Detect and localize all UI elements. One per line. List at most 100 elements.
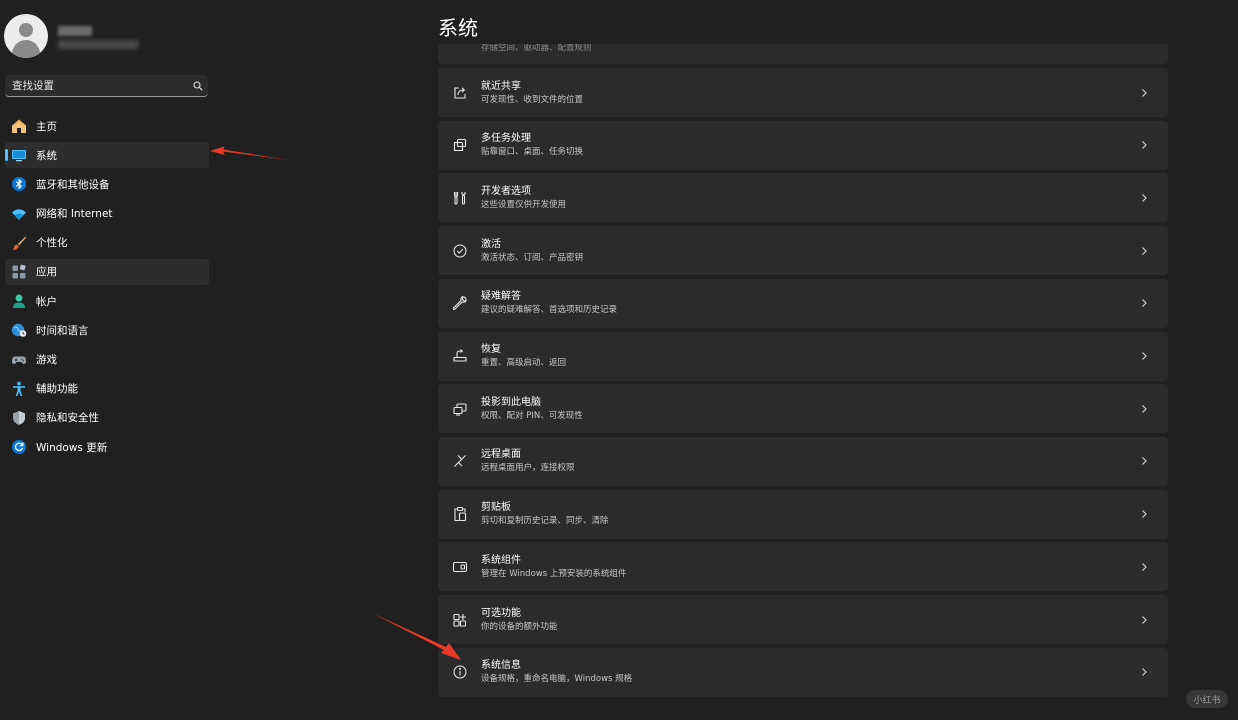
settings-item-subtitle: 存储空间、驱动器、配置规则 — [481, 44, 592, 53]
sidebar-item-personalization[interactable]: 个性化 — [5, 230, 209, 256]
chevron-right-icon — [1136, 348, 1152, 364]
sidebar-item-bluetooth[interactable]: 蓝牙和其他设备 — [5, 171, 209, 197]
system-icon — [10, 146, 28, 164]
chevron-right-icon — [1136, 559, 1152, 575]
sidebar-item-time-language[interactable]: 时间和语言 — [5, 317, 209, 343]
wifi-icon — [10, 205, 28, 223]
gamepad-icon — [10, 351, 28, 369]
user-profile[interactable] — [4, 14, 214, 58]
sidebar-item-privacy[interactable]: 隐私和安全性 — [5, 405, 209, 431]
user-email-blurred — [58, 40, 138, 49]
search-input[interactable] — [5, 79, 188, 92]
clipboard-icon — [450, 504, 470, 524]
update-icon — [10, 438, 28, 456]
user-name-blurred — [58, 26, 92, 36]
sidebar-item-label: 辅助功能 — [36, 383, 78, 396]
settings-item-subtitle: 远程桌面用户，连接权限 — [481, 463, 575, 474]
sidebar-item-gaming[interactable]: 游戏 — [5, 347, 209, 373]
settings-item-title: 系统信息 — [481, 660, 521, 672]
selection-indicator — [5, 149, 8, 162]
sidebar-item-label: 时间和语言 — [36, 324, 89, 337]
watermark: 小红书 — [1186, 690, 1228, 708]
settings-item-recovery[interactable]: 恢复 重置、高级启动、返回 — [438, 331, 1168, 381]
settings-item-about[interactable]: 系统信息 设备规格，重命名电脑，Windows 规格 — [438, 647, 1168, 697]
chevron-right-icon — [1136, 453, 1152, 469]
sidebar-item-label: 个性化 — [36, 237, 68, 250]
settings-item-title: 多任务处理 — [481, 133, 531, 145]
settings-item-activation[interactable]: 激活 激活状态、订阅、产品密钥 — [438, 226, 1168, 276]
account-icon — [10, 292, 28, 310]
search-icon[interactable] — [188, 76, 208, 96]
sidebar-item-accounts[interactable]: 帐户 — [5, 288, 209, 314]
accessibility-icon — [10, 380, 28, 398]
time-language-icon — [10, 321, 28, 339]
annotation-arrow-system — [210, 146, 288, 160]
apps-icon — [10, 263, 28, 281]
project-icon — [450, 399, 470, 419]
sidebar-item-windows-update[interactable]: Windows 更新 — [5, 434, 209, 460]
settings-item-subtitle: 这些设置仅供开发使用 — [481, 199, 567, 210]
settings-item-title: 恢复 — [481, 344, 501, 355]
sidebar-item-label: 帐户 — [36, 295, 57, 308]
settings-item-subtitle: 权限、配对 PIN、可发现性 — [481, 410, 583, 421]
sidebar-item-label: Windows 更新 — [36, 441, 108, 454]
chevron-right-icon — [1136, 137, 1152, 153]
settings-item-nearby-sharing[interactable]: 就近共享 可发现性、收到文件的位置 — [438, 68, 1168, 117]
sidebar-item-apps[interactable]: 应用 — [5, 258, 209, 285]
settings-item-title: 激活 — [481, 238, 501, 250]
avatar[interactable] — [4, 14, 48, 58]
sidebar-item-label: 蓝牙和其他设备 — [36, 178, 110, 191]
settings-item-subtitle: 管理在 Windows 上预安装的系统组件 — [481, 568, 627, 579]
settings-item-title: 就近共享 — [481, 80, 521, 92]
settings-item-system-components[interactable]: 系统组件 管理在 Windows 上预安装的系统组件 — [438, 542, 1168, 592]
activation-check-icon — [450, 241, 470, 261]
settings-item-title: 远程桌面 — [481, 449, 521, 461]
sidebar-item-label: 系统 — [36, 149, 57, 162]
share-icon — [450, 83, 470, 103]
info-icon — [450, 662, 470, 682]
chevron-right-icon — [1136, 664, 1152, 680]
settings-item-troubleshoot[interactable]: 疑难解答 建议的疑难解答、首选项和历史记录 — [438, 278, 1168, 328]
settings-item-subtitle: 可发现性、收到文件的位置 — [481, 94, 584, 105]
settings-item-title: 可选功能 — [481, 607, 521, 619]
settings-item-title: 投影到此电脑 — [481, 396, 541, 408]
settings-item-subtitle: 贴靠窗口、桌面、任务切换 — [481, 147, 584, 158]
multitask-icon — [450, 135, 470, 155]
settings-item-clipped[interactable]: 存储空间、驱动器、配置规则 — [438, 44, 1168, 64]
developer-icon — [450, 188, 470, 208]
sidebar-item-label: 应用 — [36, 266, 57, 279]
wrench-icon — [450, 293, 470, 313]
sidebar-item-accessibility[interactable]: 辅助功能 — [5, 376, 209, 402]
system-components-icon — [450, 557, 470, 577]
settings-item-optional-features[interactable]: 可选功能 你的设备的额外功能 — [438, 595, 1168, 644]
settings-item-for-developers[interactable]: 开发者选项 这些设置仅供开发使用 — [438, 173, 1168, 223]
brush-icon — [10, 234, 28, 252]
settings-item-subtitle: 激活状态、订阅、产品密钥 — [481, 252, 584, 263]
sidebar-nav: 主页 系统 蓝牙和其他设备 网络和 Internet 个性化 应用 帐户 时间和… — [5, 113, 209, 463]
chevron-right-icon — [1136, 190, 1152, 206]
remote-desktop-icon — [450, 451, 470, 471]
chevron-right-icon — [1136, 243, 1152, 259]
bluetooth-icon — [10, 175, 28, 193]
sidebar-item-label: 主页 — [36, 120, 57, 133]
chevron-right-icon — [1136, 612, 1152, 628]
settings-item-title: 疑难解答 — [481, 291, 521, 303]
recovery-icon — [450, 346, 470, 366]
chevron-right-icon — [1136, 506, 1152, 522]
home-icon — [10, 117, 28, 135]
settings-item-multitasking[interactable]: 多任务处理 贴靠窗口、桌面、任务切换 — [438, 120, 1168, 170]
settings-item-clipboard[interactable]: 剪贴板 剪切和复制历史记录、同步、清除 — [438, 489, 1168, 539]
settings-item-title: 开发者选项 — [481, 185, 531, 197]
settings-item-projecting[interactable]: 投影到此电脑 权限、配对 PIN、可发现性 — [438, 384, 1168, 434]
sidebar-item-home[interactable]: 主页 — [5, 113, 209, 139]
search-box[interactable] — [5, 75, 208, 97]
navigation-sidebar: 主页 系统 蓝牙和其他设备 网络和 Internet 个性化 — [0, 0, 216, 720]
settings-item-subtitle: 建议的疑难解答、首选项和历史记录 — [481, 305, 618, 316]
shield-icon — [10, 409, 28, 427]
settings-item-subtitle: 设备规格，重命名电脑，Windows 规格 — [481, 674, 633, 685]
sidebar-item-network[interactable]: 网络和 Internet — [5, 201, 209, 227]
sidebar-item-system[interactable]: 系统 — [5, 142, 209, 169]
chevron-right-icon — [1136, 85, 1152, 101]
chevron-right-icon — [1136, 295, 1152, 311]
settings-item-remote-desktop[interactable]: 远程桌面 远程桌面用户，连接权限 — [438, 436, 1168, 486]
